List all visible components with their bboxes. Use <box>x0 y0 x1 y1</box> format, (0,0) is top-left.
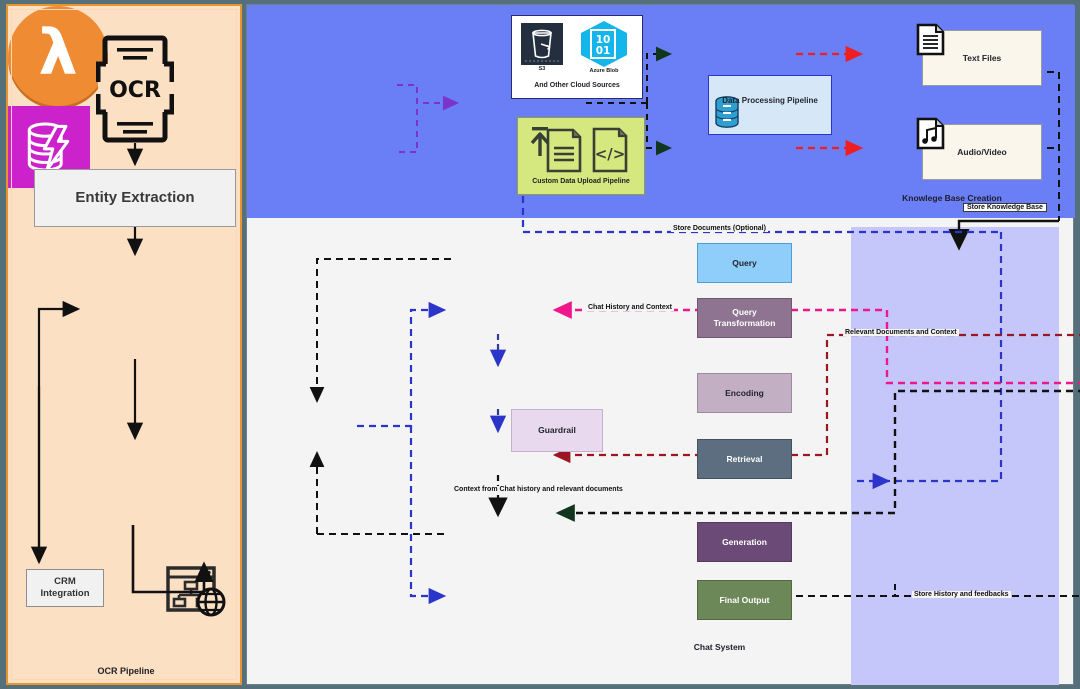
guardrail-box: Guardrail <box>511 409 603 452</box>
code-file-icon: </> <box>590 126 630 174</box>
generation-label: Generation <box>722 536 767 547</box>
generation-box: Generation <box>697 522 792 562</box>
retrieval-box: Retrieval <box>697 439 792 479</box>
edge-label-relevant-documents-and-context: Relevant Documents and Context <box>843 329 959 336</box>
data-processing-pipeline-box: Data Processing Pipeline <box>708 75 832 135</box>
entity-extraction-label: Entity Extraction <box>75 188 195 206</box>
data-pipeline-label: Data Processing Pipeline <box>722 96 818 105</box>
guardrail-label: Guardrail <box>538 425 576 436</box>
svg-text:</>: </> <box>595 145 626 163</box>
edge-label-store-knowledge-base: Store Knowledge Base <box>963 203 1047 212</box>
custom-upload-card: </> Custom Data Upload Pipeline <box>517 117 645 195</box>
azure-blob-label: Azure Blob <box>589 68 619 74</box>
cloud-sources-card: S3 10 01 Azure Blob And Other Cloud Sour… <box>511 15 643 99</box>
audio-video-box: Audio/Video <box>916 117 1042 180</box>
connector-wires <box>309 45 1080 605</box>
encoding-label: Encoding <box>725 387 764 398</box>
file-upload-icon <box>528 126 584 174</box>
crm-integration-box: CRM Integration <box>26 569 104 607</box>
retrieval-label: Retrieval <box>726 453 763 464</box>
final-output-box: Final Output <box>697 580 792 620</box>
music-note-document-icon <box>915 117 947 151</box>
custom-upload-label: Custom Data Upload Pipeline <box>532 178 630 185</box>
diagram-canvas: OCR Entity Extraction λ CRM Integration … <box>0 0 1080 689</box>
edge-label-context-from-chat-history: Context from Chat history and relevant d… <box>452 486 625 493</box>
query-transformation-label: Query Transformation <box>713 307 776 328</box>
azure-blob-icon: 10 01 <box>577 20 631 68</box>
text-document-icon <box>915 23 947 57</box>
final-output-label: Final Output <box>719 594 770 605</box>
edge-label-store-documents-optional: Store Documents (Optional) <box>671 225 768 232</box>
cloud-sources-label: And Other Cloud Sources <box>534 82 620 89</box>
query-box: Query <box>697 243 792 283</box>
crm-integration-label: CRM Integration <box>40 576 90 599</box>
query-transformation-box: Query Transformation <box>697 298 792 338</box>
s3-label: S3 <box>538 66 546 72</box>
rag-architecture-panel: S3 10 01 Azure Blob And Other Cloud Sour… <box>246 4 1080 685</box>
entity-extraction-box: Entity Extraction <box>34 169 236 227</box>
encoding-box: Encoding <box>697 373 792 413</box>
query-label: Query <box>732 257 757 268</box>
edge-label-chat-history-and-context: Chat History and Context <box>586 304 675 311</box>
text-files-label: Text Files <box>962 52 1002 63</box>
svg-text:01: 01 <box>596 45 611 57</box>
ocr-pipeline-panel: OCR Entity Extraction λ CRM Integration … <box>6 4 242 685</box>
text-files-box: Text Files <box>916 23 1042 86</box>
s3-bucket-icon <box>521 23 563 65</box>
edge-label-store-history-and-feedbacks: Store History and feedbacks <box>912 591 1011 598</box>
audio-video-label: Audio/Video <box>957 146 1007 157</box>
